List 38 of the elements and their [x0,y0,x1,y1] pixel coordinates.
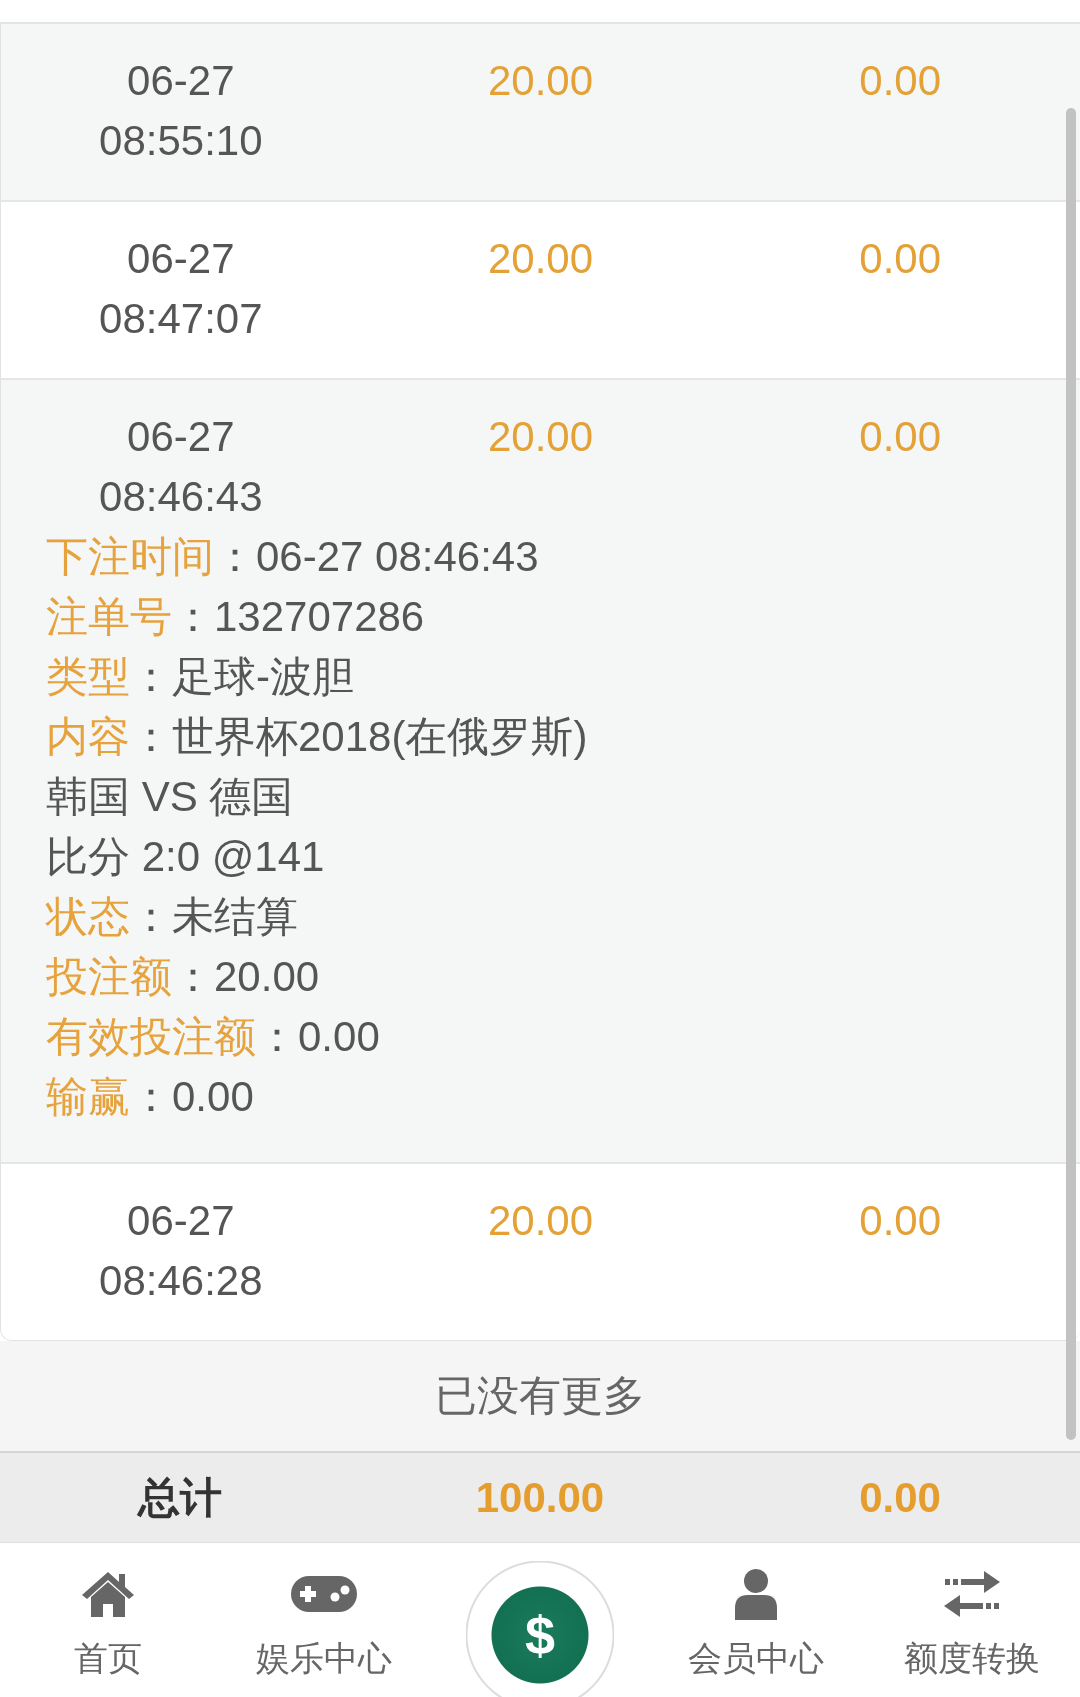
swap-arrows-icon [943,1570,1001,1618]
detail-line: 状态：未结算 [46,892,298,942]
amount-cell-text: 20.00 [487,234,594,284]
nav-tab[interactable]: 娱乐中心 [229,1543,419,1697]
nav-tab[interactable]: 会员中心 [661,1543,851,1697]
dollar-button[interactable]: $ [466,1561,614,1697]
datetime-cell-text: 06-27 08:46:43 [99,412,263,522]
detail-line: 投注额：20.00 [46,952,320,1002]
amount-cell-text: 20.00 [487,56,594,106]
datetime-cell-text: 06-27 08:47:07 [99,234,263,344]
scrollbar-thumb[interactable] [1066,108,1076,1440]
total-amount: 0.00 [859,1472,941,1523]
nav-tab[interactable]: 额度转换 [877,1543,1067,1697]
total-amount: 100.00 [475,1472,605,1523]
amount-cell-text: 20.00 [487,412,594,462]
detail-line: 内容：世界杯2018(在俄罗斯) [46,712,588,762]
detail-line: 类型：足球-波胆 [46,652,354,702]
no-more-text: 已没有更多 [435,1371,645,1421]
detail-line: 比分 2:0 @141 [46,832,325,882]
nav-tab[interactable]: 首页 [13,1543,203,1697]
detail-line: 下注时间：06-27 08:46:43 [46,532,539,582]
amount-cell-text: 0.00 [859,1196,942,1246]
detail-line: 有效投注额：0.00 [46,1012,380,1062]
amount-cell-text: 0.00 [859,412,942,462]
bet-row[interactable]: 06-27 08:55:10 20.00 0.00 [1,24,1080,202]
datetime-cell-text: 06-27 08:55:10 [99,56,263,166]
datetime-cell-text: 06-27 08:46:28 [99,1196,263,1306]
person-icon [734,1568,778,1620]
total-label: 总计 [138,1472,222,1523]
home-icon [81,1571,135,1617]
bet-row[interactable]: 06-27 08:46:43 20.00 0.00 下注时间：06-27 08:46:43 注单号：132707286 类型：足球-波胆 内容：世界杯2018(在俄罗斯) 韩国 VS 德国 比分 2:0 @141 状态：未结算 投注额：20.00 有效投注额：0.00 输赢：0.00 [1,380,1080,1164]
detail-line: 注单号：132707286 [46,592,425,642]
amount-cell-text: 0.00 [859,56,942,106]
amount-cell-text: 0.00 [859,234,942,284]
gamepad-icon [289,1574,359,1614]
amount-cell-text: 20.00 [487,1196,594,1246]
detail-line: 韩国 VS 德国 [46,772,294,822]
detail-line: 输赢：0.00 [46,1072,254,1122]
